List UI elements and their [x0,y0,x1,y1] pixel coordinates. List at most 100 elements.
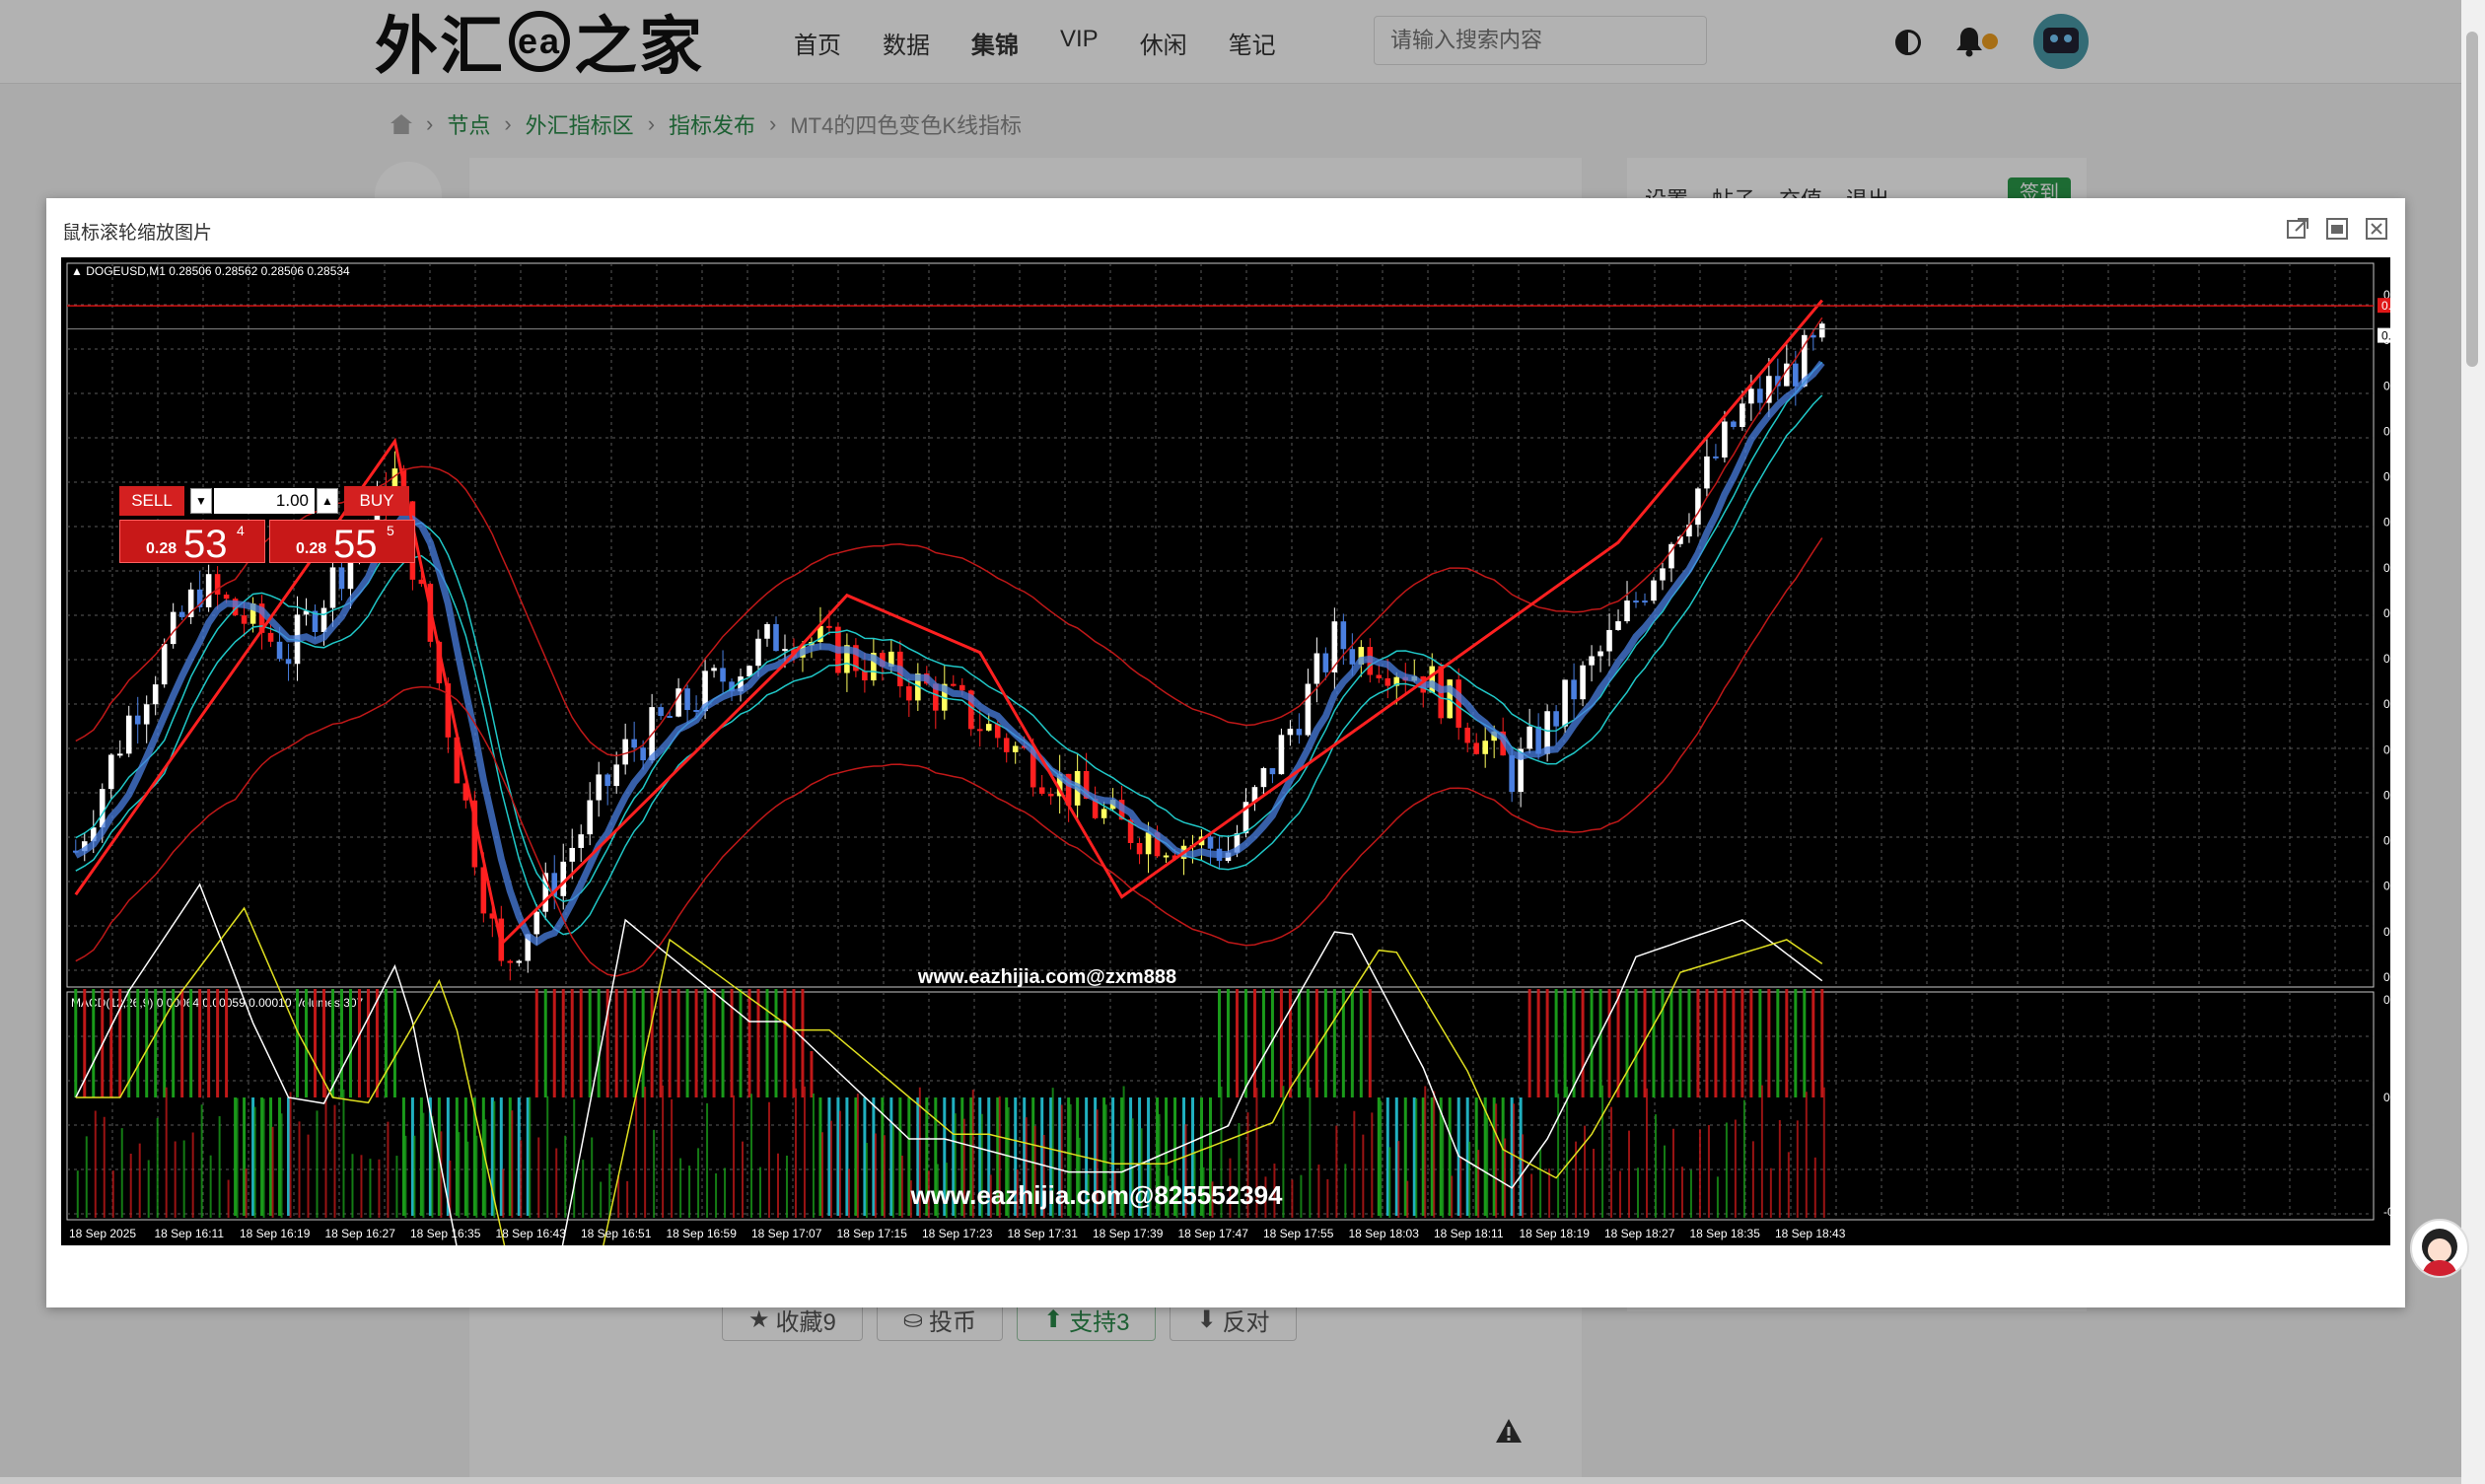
sell-button[interactable]: SELL [119,486,184,516]
sell-price-box[interactable]: 0.28 53 4 [119,520,265,566]
watermark-bottom: www.eazhijia.com@825552394 [909,1180,1283,1210]
candle-body [516,960,523,963]
candle-body [773,623,779,652]
chart-canvas: 0.285650.285250.284850.284450.284000.283… [66,262,2390,1245]
candle-body [764,623,770,639]
girl-avatar-icon [2422,1229,2457,1276]
time-axis-label: 18 Sep 18:43 [1775,1227,1846,1240]
macd-axis-label-bottom: -0.00086 [2383,1205,2390,1219]
lot-decrease-icon[interactable]: ▼ [190,488,212,514]
scrollbar-thumb[interactable] [2466,32,2478,367]
sell-price-main: 53 [183,523,228,566]
candle-body [1748,389,1754,404]
price-axis-label: 0.28150 [2383,742,2390,756]
candle-body [329,567,336,608]
maximize-icon[interactable] [2324,216,2350,242]
time-axis-label: 18 Sep 16:43 [496,1227,567,1240]
candle-body [1260,768,1267,788]
price-axis-label: 0.28320 [2383,561,2390,575]
candle-body [99,789,106,828]
bollinger-lower [75,537,1823,977]
candle-body [1384,677,1391,686]
candle-body [1287,729,1294,736]
candle-body [613,764,619,787]
candle-body [684,688,690,711]
buy-price-prefix: 0.28 [296,540,327,557]
buy-price-box[interactable]: 0.28 55 5 [269,520,415,566]
candle-body [276,641,283,660]
candle-body [1571,679,1577,700]
candle-body [1349,649,1356,665]
main-pane-border [66,262,2375,988]
candle-body [1562,679,1568,727]
watermark-top: www.eazhijia.com@zxm888 [917,966,1176,988]
time-axis-label: 18 Sep 18:27 [1604,1227,1675,1240]
buy-button[interactable]: BUY [344,486,409,516]
candle-body [338,567,345,590]
candle-body [906,686,912,701]
candle-body [596,774,602,801]
time-axis-label: 18 Sep 16:59 [667,1227,738,1240]
candle-body [267,632,274,642]
candle-body [1580,665,1586,700]
time-axis-label: 18 Sep 17:47 [1178,1227,1249,1240]
candle-body [1340,621,1347,650]
price-axis-label: 0.28400 [2383,470,2390,484]
price-axis-label: 0.28110 [2383,788,2390,802]
candle-body [631,739,637,748]
lot-size-input[interactable]: 1.00 [214,488,315,514]
price-axis-label: 0.28240 [2383,652,2390,666]
candle-body [161,644,168,685]
price-axis-label: 0.28280 [2383,606,2390,620]
time-axis-label: 18 Sep 17:07 [751,1227,822,1240]
close-icon[interactable] [2364,216,2389,242]
candle-body [640,747,646,761]
candle-body [658,707,664,717]
candle-body [1376,674,1383,678]
candle-body [1819,323,1825,338]
trading-chart-image[interactable]: 0.285650.285250.284850.284450.284000.283… [61,257,2390,1245]
time-axis-label: 18 Sep 17:23 [922,1227,993,1240]
time-axis-label: 18 Sep 2025 [69,1227,136,1240]
candle-body [170,611,177,645]
time-axis-label: 18 Sep 16:19 [240,1227,311,1240]
price-axis-label: 0.28030 [2383,880,2390,893]
candle-body [1731,421,1737,427]
candle-body [958,684,965,691]
one-click-trade-panel: SELL ▼ 1.00 ▲ BUY 0.28 53 4 0.28 55 5 [119,486,415,566]
candle-body [1642,601,1648,603]
candle-body [178,611,185,617]
image-viewer-modal: 鼠标滚轮缩放图片 0.285650.285250.284850.284450.2… [46,198,2405,1307]
candle-body [320,607,327,632]
candle-body [1464,727,1470,743]
candle-body [1704,456,1710,489]
open-external-icon[interactable] [2285,216,2310,242]
candle-body [587,800,593,835]
candle-body [134,715,141,725]
sell-price-pip: 4 [237,523,245,538]
candle-body [1100,809,1107,818]
candle-body [622,739,628,765]
candle-body [1740,403,1745,427]
candle-body [569,847,576,862]
price-tag-ask-label: 0.28555 [2381,299,2390,313]
candle-body [1526,726,1532,749]
candle-body [1722,421,1728,458]
time-axis-label: 18 Sep 17:31 [1008,1227,1079,1240]
time-axis-label: 18 Sep 17:39 [1093,1227,1164,1240]
bottom-strip [0,1477,2461,1484]
sell-price-prefix: 0.28 [146,540,178,557]
customer-service-avatar[interactable] [2410,1219,2469,1278]
time-axis-label: 18 Sep 16:27 [325,1227,396,1240]
candle-body [1509,755,1515,793]
candle-body [1305,683,1312,736]
buy-price-pip: 5 [387,523,394,538]
time-axis-label: 18 Sep 16:11 [155,1227,225,1240]
candle-body [711,668,717,671]
candle-body [205,574,212,607]
candle-body [782,649,788,652]
lot-increase-icon[interactable]: ▲ [317,488,338,514]
candle-body [152,684,159,705]
candle-body [1473,742,1479,754]
price-axis-label: 0.28360 [2383,516,2390,530]
